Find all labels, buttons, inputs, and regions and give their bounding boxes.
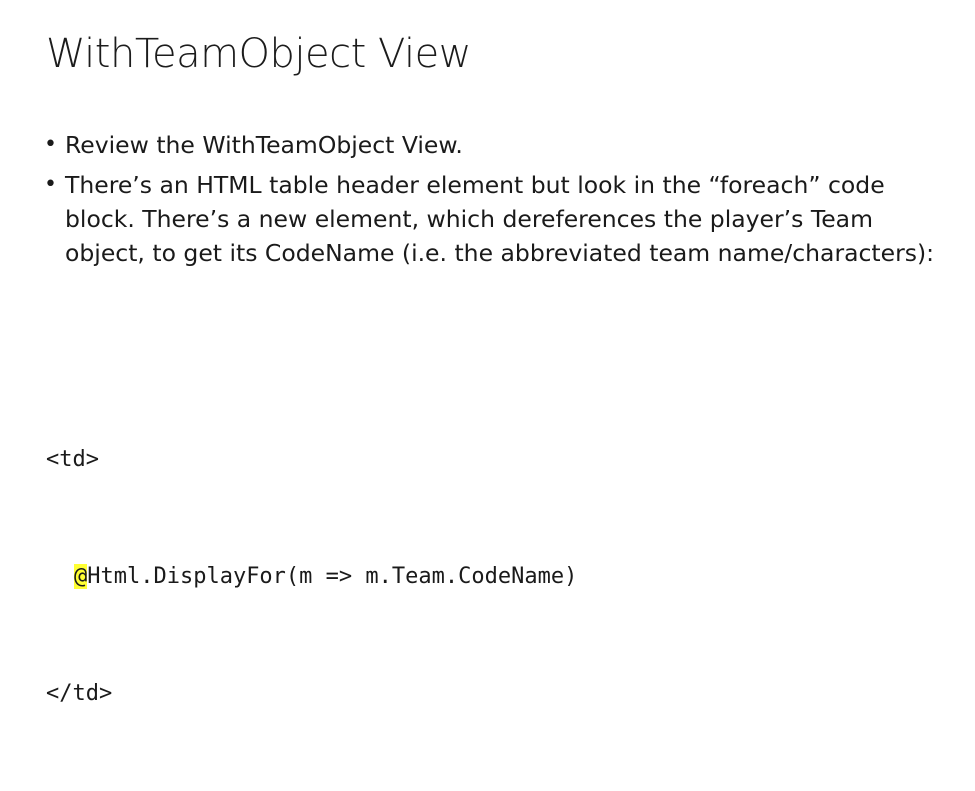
highlighted-at-sign: @ (74, 564, 88, 589)
bullet-item: • There’s an HTML table header element b… (44, 168, 959, 270)
bullet-dot-icon: • (44, 172, 57, 197)
bullet-text: Review the WithTeamObject View. (65, 131, 463, 159)
bullet-item: • Review the WithTeamObject View. (44, 128, 959, 162)
code-expression: Html.DisplayFor(m => m.Team.CodeName) (87, 564, 578, 589)
code-line-close-td: </td> (46, 681, 113, 706)
slide: WithTeamObject View • Review the WithTea… (0, 0, 975, 706)
code-line-open-td: <td> (46, 447, 99, 472)
code-line-display-for: @Html.DisplayFor(m => m.Team.CodeName) (46, 557, 577, 596)
bullet-dot-icon: • (44, 132, 57, 157)
slide-title: WithTeamObject View (46, 31, 471, 77)
bullet-text: There’s an HTML table header element but… (65, 171, 935, 267)
bullet-list: • Review the WithTeamObject View. • Ther… (44, 128, 959, 276)
code-block: <td> @Html.DisplayFor(m => m.Team.CodeNa… (46, 362, 577, 791)
